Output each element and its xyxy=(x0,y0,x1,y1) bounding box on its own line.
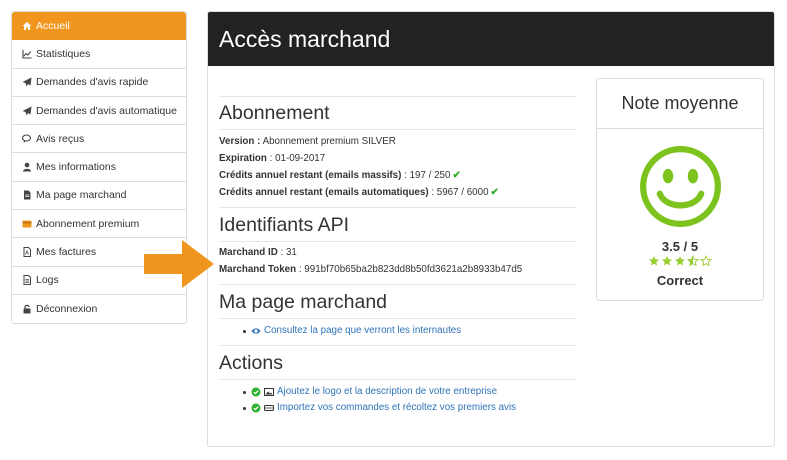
sidebar-item-label: Logs xyxy=(36,274,59,287)
version-label: Version : xyxy=(219,136,261,147)
star-rating xyxy=(597,254,763,270)
rating-card: Note moyenne 3.5 / 5 Correct xyxy=(596,78,764,301)
list-item: Ajoutez le logo et la description de vot… xyxy=(219,384,576,400)
send-icon xyxy=(21,105,33,117)
home-icon xyxy=(21,20,33,32)
credits-massifs-value: : 197 / 250 xyxy=(401,170,451,181)
annotation-arrow-icon xyxy=(144,240,214,288)
sidebar-item-label: Statistiques xyxy=(36,47,91,60)
sidebar-item-demandes-avis-rapide[interactable]: Demandes d'avis rapide xyxy=(12,69,186,97)
sidebar-item-avis-recus[interactable]: Avis reçus xyxy=(12,125,186,154)
send-icon xyxy=(21,76,33,88)
marchand-token-label: Marchand Token xyxy=(219,264,297,275)
lock-icon xyxy=(21,303,33,315)
marchand-token-value: : 991bf70b65ba2b823dd8b50fd3621a2b8933b4… xyxy=(296,264,523,275)
bullet xyxy=(243,390,246,394)
sidebar-item-demandes-avis-automatique[interactable]: Demandes d'avis automatique xyxy=(12,97,186,126)
sidebar-item-abonnement-premium[interactable]: Abonnement premium xyxy=(12,210,186,239)
divider xyxy=(219,345,576,346)
credits-massifs-label: Crédits annuel restant (emails massifs) xyxy=(219,170,402,181)
sidebar-item-label: Accueil xyxy=(36,19,70,32)
expiration-label: Expiration xyxy=(219,153,267,164)
divider xyxy=(219,129,576,130)
divider xyxy=(219,318,576,319)
sidebar-item-label: Demandes d'avis automatique xyxy=(36,104,177,117)
rating-card-title: Note moyenne xyxy=(597,79,763,129)
version-line: Version : Abonnement premium SILVER xyxy=(219,133,576,150)
sidebar-item-label: Ma page marchand xyxy=(36,189,127,202)
file-text-icon xyxy=(21,274,33,286)
rating-score: 3.5 / 5 xyxy=(661,239,699,254)
chart-icon xyxy=(21,48,33,60)
view-public-page-link[interactable]: Consultez la page que verront les intern… xyxy=(264,323,461,339)
star-icon xyxy=(661,256,672,266)
sidebar-item-deconnexion[interactable]: Déconnexion xyxy=(12,295,186,323)
user-icon xyxy=(21,161,33,173)
sidebar-item-accueil[interactable]: Accueil xyxy=(12,12,186,41)
bullet xyxy=(243,406,246,410)
eye-icon xyxy=(251,326,261,336)
section-title-api: Identifiants API xyxy=(219,214,350,236)
pdf-icon xyxy=(21,246,33,258)
marchand-token-line: Marchand Token : 991bf70b65ba2b823dd8b50… xyxy=(219,261,576,278)
sidebar-item-label: Abonnement premium xyxy=(36,217,140,230)
expiration-line: Expiration : 01-09-2017 xyxy=(219,150,576,167)
list-item: Importez vos commandes et récoltez vos p… xyxy=(219,400,576,416)
section-title-page-marchand: Ma page marchand xyxy=(219,291,388,313)
star-icon xyxy=(675,256,685,266)
divider xyxy=(219,284,576,285)
credits-massifs-line: Crédits annuel restant (emails massifs) … xyxy=(219,167,576,184)
expiration-value: : 01-09-2017 xyxy=(266,153,326,164)
marchand-id-value: : 31 xyxy=(277,247,297,258)
sidebar-item-label: Mes factures xyxy=(36,246,97,259)
bullet xyxy=(243,329,246,333)
main-panel: Accès marchand Abonnement Version : Abon… xyxy=(207,11,775,447)
check-icon: ✔ xyxy=(490,187,499,198)
hdd-icon xyxy=(264,403,274,413)
sidebar-item-statistiques[interactable]: Statistiques xyxy=(12,40,186,69)
sidebar-item-label: Avis reçus xyxy=(36,132,85,145)
divider xyxy=(219,379,576,380)
star-icon xyxy=(648,256,659,266)
marchand-id-line: Marchand ID : 31 xyxy=(219,244,576,261)
page-title: Accès marchand xyxy=(208,12,774,66)
list-item: Consultez la page que verront les intern… xyxy=(219,323,576,339)
section-title-actions: Actions xyxy=(219,352,283,374)
import-orders-link[interactable]: Importez vos commandes et récoltez vos p… xyxy=(277,400,516,416)
file-icon xyxy=(21,189,33,201)
version-value: Abonnement premium SILVER xyxy=(260,136,396,147)
rating-verdict: Correct xyxy=(656,273,704,288)
check-icon: ✔ xyxy=(452,170,461,181)
sidebar-item-label: Déconnexion xyxy=(36,303,98,316)
star-half-icon xyxy=(686,254,700,267)
credits-auto-value: : 5967 / 6000 xyxy=(428,187,489,198)
comments-icon xyxy=(21,133,33,145)
sidebar-item-ma-page-marchand[interactable]: Ma page marchand xyxy=(12,182,186,211)
credits-auto-label: Crédits annuel restant (emails automatiq… xyxy=(219,187,429,198)
check-circle-icon xyxy=(251,403,261,413)
divider xyxy=(219,207,576,208)
sidebar-item-label: Demandes d'avis rapide xyxy=(36,76,149,89)
sidebar-item-label: Mes informations xyxy=(36,161,116,174)
section-title-abonnement: Abonnement xyxy=(219,102,330,124)
image-icon xyxy=(264,387,274,397)
check-circle-icon xyxy=(251,387,261,397)
marchand-id-label: Marchand ID xyxy=(219,247,278,258)
divider xyxy=(219,241,576,242)
credits-auto-line: Crédits annuel restant (emails automatiq… xyxy=(219,184,576,201)
add-logo-link[interactable]: Ajoutez le logo et la description de vot… xyxy=(277,384,497,400)
sidebar-item-mes-informations[interactable]: Mes informations xyxy=(12,153,186,182)
divider xyxy=(219,96,576,97)
content-column: Abonnement Version : Abonnement premium … xyxy=(219,66,576,416)
smiley-icon xyxy=(640,146,721,227)
credit-card-icon xyxy=(21,218,33,230)
star-empty-icon xyxy=(700,254,713,267)
